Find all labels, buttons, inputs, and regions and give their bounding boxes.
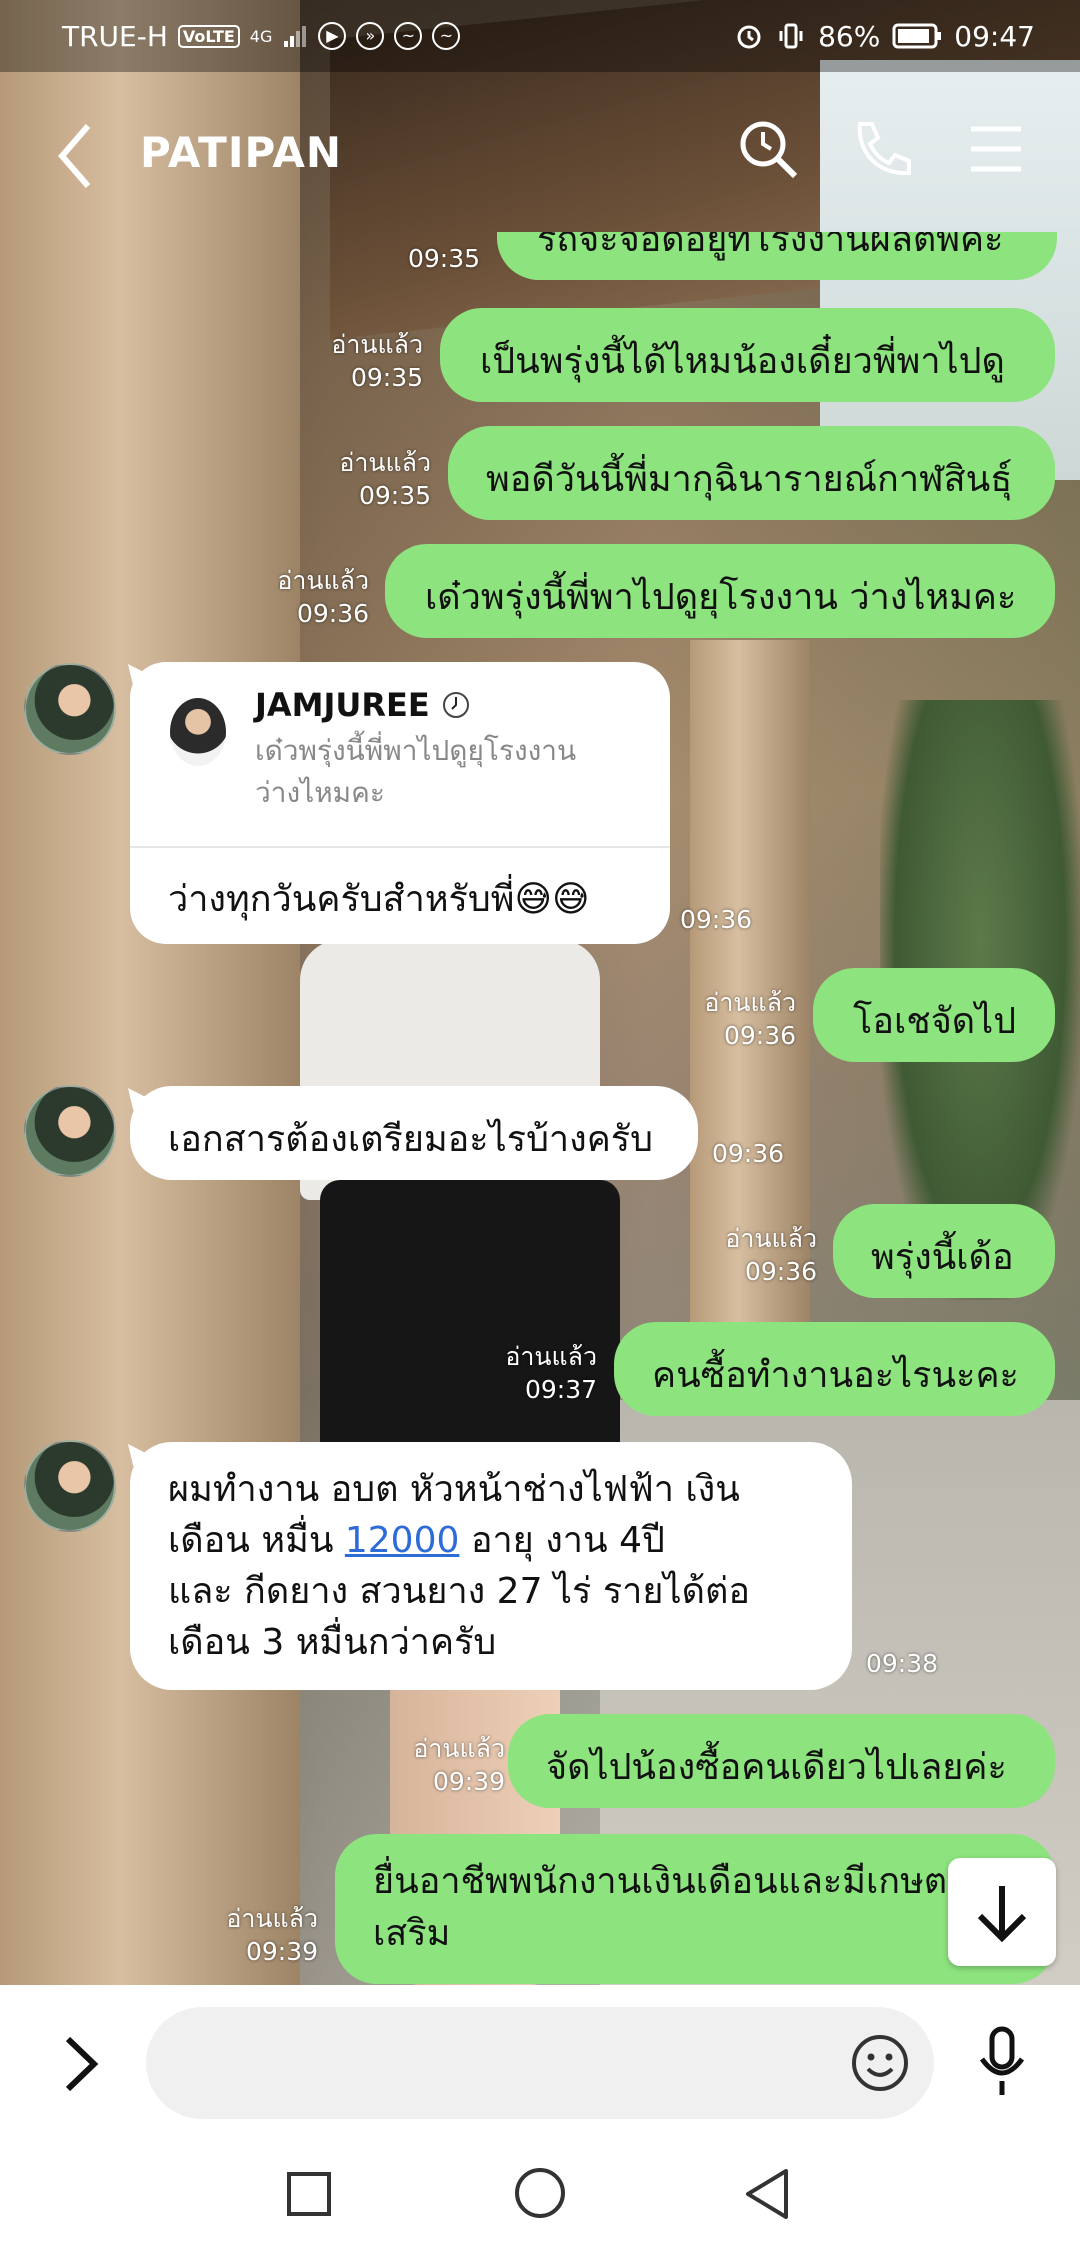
message-time: 09:38 (866, 1649, 939, 1678)
chat-header: PATIPAN (0, 72, 1080, 237)
message-text-line: เดือน หมื่น 12000 อายุ งาน 4ปี (168, 1520, 665, 1561)
contact-avatar[interactable] (24, 663, 116, 755)
battery-icon (892, 23, 942, 49)
video-app-icon: ▶ (318, 22, 347, 50)
read-receipt: อ่านแล้ว (725, 1224, 817, 1253)
message-input-bar (0, 1985, 1080, 2141)
message-time: 09:36 (723, 1021, 796, 1050)
message-time: 09:36 (712, 1139, 785, 1168)
signal-icon (284, 26, 307, 47)
incoming-message-bubble[interactable]: เอกสารต้องเตรียมอะไรบ้างครับ (130, 1086, 698, 1180)
read-receipt: อ่านแล้ว (704, 988, 796, 1017)
message-time: 09:36 (296, 599, 369, 628)
status-bar: TRUE-H VoLTE 4G ▶ » ~ ~ 86% 09:47 (0, 0, 1080, 72)
clock: 09:47 (954, 19, 1035, 53)
contact-avatar[interactable] (24, 1440, 116, 1532)
message-meta: อ่านแล้ว 09:39 (392, 1732, 505, 1798)
message-meta: อ่านแล้ว 09:36 (704, 1222, 817, 1288)
arrow-down-icon (977, 1886, 1027, 1943)
read-receipt: อ่านแล้ว (226, 1904, 318, 1933)
quoted-sender-avatar (170, 698, 226, 766)
quoted-text-line: ว่างไหมคะ (255, 776, 385, 809)
back-arrow-icon[interactable] (48, 116, 108, 196)
menu-icon[interactable] (961, 114, 1031, 184)
message-text-line: ผมทำงาน อบต หัวหน้าช่างไฟฟ้า เงิน (168, 1469, 740, 1510)
message-input[interactable] (146, 2007, 934, 2119)
outgoing-message-bubble[interactable]: เด๋วพรุ่งนี้พี่พาไปดูยุโรงงาน ว่างไหมคะ (385, 544, 1055, 638)
message-meta: อ่านแล้ว 09:39 (205, 1902, 318, 1968)
contact-avatar[interactable] (24, 1085, 116, 1177)
recent-apps-icon[interactable] (284, 2169, 334, 2219)
volte-badge: VoLTE (177, 24, 240, 48)
outgoing-message-bubble[interactable]: พอดีวันนี้พี่มากุฉินารายณ์กาฬสินธุ์ (448, 426, 1055, 520)
message-text: พรุ่งนี้เด้อ (871, 1237, 1014, 1278)
message-time: 09:36 (744, 1257, 817, 1286)
quoted-text-line: เด๋วพรุ่งนี้พี่พาไปดูยุโรงงาน (255, 734, 577, 767)
network-type: 4G (249, 26, 273, 46)
outgoing-message-bubble[interactable]: ยื่นอาชีพพนักงานเงินเดือนและมีเกษตร เสริ… (335, 1834, 1055, 1984)
outgoing-message-bubble[interactable]: เป็นพรุ่งนี้ได้ไหมน้องเดี๋ยวพี่พาไปดู (440, 308, 1055, 402)
incoming-reply-bubble[interactable]: JAMJUREE เด๋วพรุ่งนี้พี่พาไปดูยุโรงงาน ว… (130, 662, 670, 944)
message-time: 09:36 (680, 905, 753, 934)
message-time: 09:39 (245, 1937, 318, 1966)
phone-call-icon[interactable] (846, 114, 916, 184)
phone-number-link[interactable]: 12000 (345, 1520, 460, 1561)
message-text: เป็นพรุ่งนี้ได้ไหมน้องเดี๋ยวพี่พาไปดู (480, 341, 1005, 382)
message-meta: อ่านแล้ว 09:35 (318, 446, 431, 512)
message-text: พอดีวันนี้พี่มากุฉินารายณ์กาฬสินธุ์ (486, 459, 1013, 500)
message-text: เด๋วพรุ่งนี้พี่พาไปดูยุโรงงาน ว่างไหมคะ (425, 577, 1017, 618)
read-receipt: อ่านแล้ว (505, 1342, 597, 1371)
messenger-icon: ~ (394, 22, 423, 50)
home-icon[interactable] (512, 2165, 568, 2221)
incoming-message-bubble[interactable]: ผมทำงาน อบต หัวหน้าช่างไฟฟ้า เงิน เดือน … (130, 1442, 852, 1690)
message-meta: อ่านแล้ว 09:36 (256, 564, 369, 630)
message-meta: อ่านแล้ว 09:36 (683, 986, 796, 1052)
message-time: 09:39 (432, 1767, 505, 1796)
carrier-label: TRUE-H (62, 19, 168, 53)
read-receipt: อ่านแล้ว (277, 566, 369, 595)
message-time: 09:35 (358, 481, 431, 510)
vibrate-icon (779, 23, 803, 49)
emoji-icon[interactable] (850, 2033, 910, 2093)
message-text: เอกสารต้องเตรียมอะไรบ้างครับ (168, 1119, 653, 1160)
search-chat-icon[interactable] (733, 114, 803, 184)
clock-icon (442, 692, 469, 718)
app-notification-icon: » (356, 22, 385, 50)
chat-title[interactable]: PATIPAN (140, 128, 342, 177)
message-text: ว่างทุกวันครับสำหรับพี่😅😅 (168, 879, 590, 920)
read-receipt: อ่านแล้ว (331, 330, 423, 359)
message-meta: อ่านแล้ว 09:35 (310, 328, 423, 394)
message-text: โอเชจัดไป (853, 1001, 1017, 1042)
message-time: 09:35 (407, 244, 480, 273)
message-text-line: และ กีดยาง สวนยาง 27 ไร่ รายได้ต่อ (168, 1571, 750, 1612)
read-receipt: อ่านแล้ว (413, 1734, 505, 1763)
outgoing-message-bubble[interactable]: โอเชจัดไป (813, 968, 1055, 1062)
message-text-line: เสริม (373, 1913, 451, 1954)
message-text: จัดไปน้องซื้อคนเดียวไปเลยค่ะ (546, 1747, 1007, 1788)
outgoing-message-bubble[interactable]: จัดไปน้องซื้อคนเดียวไปเลยค่ะ (508, 1714, 1055, 1808)
scroll-to-bottom-button[interactable] (948, 1858, 1056, 1966)
message-time: 09:35 (350, 363, 423, 392)
read-receipt: อ่านแล้ว (339, 448, 431, 477)
quoted-sender-name: JAMJUREE (255, 686, 430, 724)
message-text-line: ยื่นอาชีพพนักงานเงินเดือนและมีเกษตร (373, 1861, 967, 1902)
message-time: 09:37 (524, 1375, 597, 1404)
outgoing-message-bubble[interactable]: คนซื้อทำงานอะไรนะคะ (614, 1322, 1055, 1416)
battery-percent: 86% (818, 19, 881, 53)
reply-quote[interactable]: JAMJUREE เด๋วพรุ่งนี้พี่พาไปดูยุโรงงาน ว… (130, 662, 670, 848)
system-navigation-bar (0, 2141, 1080, 2244)
microphone-icon[interactable] (972, 2025, 1032, 2101)
message-meta: อ่านแล้ว 09:37 (484, 1340, 597, 1406)
messenger-icon-2: ~ (432, 22, 461, 50)
message-text-line: เดือน 3 หมื่นกว่าครับ (168, 1622, 497, 1663)
outgoing-message-bubble[interactable]: พรุ่งนี้เด้อ (833, 1204, 1055, 1298)
back-nav-icon[interactable] (742, 2167, 792, 2221)
message-text: คนซื้อทำงานอะไรนะคะ (652, 1355, 1019, 1396)
expand-chevron-icon[interactable] (50, 2029, 110, 2099)
alarm-icon (737, 25, 761, 49)
